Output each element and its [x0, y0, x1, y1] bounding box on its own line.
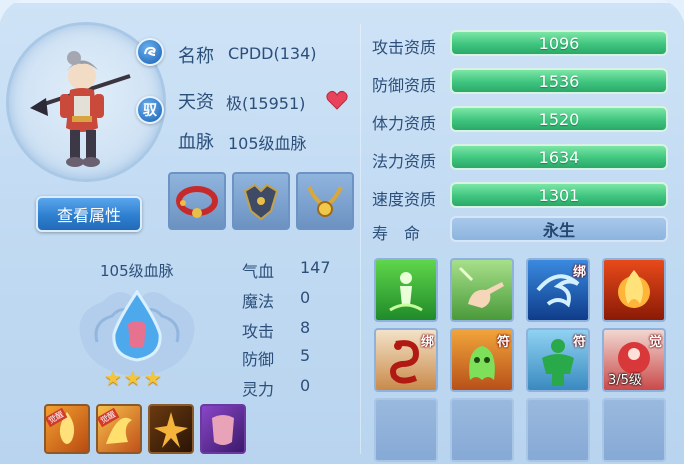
- equip-slot-collar[interactable]: [168, 172, 226, 230]
- talent-value: 极(15951): [226, 94, 306, 113]
- skill-slot-empty[interactable]: [526, 398, 590, 462]
- aptitude-bar-stamina: 1520: [450, 106, 668, 132]
- bloodline-value: 105级血脉: [228, 134, 307, 153]
- talent-label: 天资: [178, 92, 214, 113]
- talisman-badge: 符: [572, 335, 586, 350]
- gold-necklace-icon: [307, 186, 343, 217]
- aptitude-bar-attack: 1096: [450, 30, 668, 56]
- bloodline-skill-2[interactable]: 觉醒: [96, 404, 142, 454]
- aptitude-label-defense: 防御资质: [372, 76, 437, 95]
- skill-slot-empty[interactable]: [450, 398, 514, 462]
- talisman-badge: 符: [496, 335, 510, 350]
- bind-badge: 绑: [572, 265, 586, 280]
- awaken-level: 3/5级: [608, 373, 642, 388]
- burst-icon: [154, 412, 188, 448]
- name-value: CPDD(134): [228, 44, 317, 63]
- bloodline-skill-1[interactable]: 觉醒: [44, 404, 90, 454]
- equip-slot-necklace[interactable]: [296, 172, 354, 230]
- stat-label-hp: 气血: [242, 262, 275, 281]
- aptitude-bar-speed: 1301: [450, 182, 668, 208]
- stat-label-spirit: 灵力: [242, 380, 275, 399]
- skill-slot-1[interactable]: [374, 258, 438, 322]
- stat-value-defense: 5: [300, 346, 311, 365]
- skill-slot-2[interactable]: [450, 258, 514, 322]
- skill-slot-8[interactable]: 觉 3/5级: [602, 328, 666, 392]
- skill-slot-4[interactable]: [602, 258, 666, 322]
- lifespan-bar: 永生: [450, 216, 668, 242]
- panel-divider: [360, 24, 361, 454]
- view-attributes-button[interactable]: 查看属性: [36, 196, 142, 232]
- aptitude-label-attack: 攻击资质: [372, 38, 437, 57]
- stat-value-hp: 147: [300, 258, 331, 277]
- pet-character-image: [30, 51, 131, 167]
- name-label: 名称: [178, 46, 214, 67]
- aptitude-label-mana: 法力资质: [372, 152, 437, 171]
- pointing-hand-icon: [458, 266, 504, 308]
- bloodline-skill-3[interactable]: [148, 404, 194, 454]
- dragon-badge-icon: [144, 46, 156, 56]
- armor-icon: [243, 183, 279, 221]
- skill-slot-3[interactable]: 绑: [526, 258, 590, 322]
- skill-slot-7[interactable]: 符: [526, 328, 590, 392]
- ride-button[interactable]: 驭: [136, 96, 164, 124]
- stat-label-attack: 攻击: [242, 322, 275, 341]
- dragon-badge-button[interactable]: [136, 38, 164, 66]
- bloodline-label: 血脉: [178, 132, 214, 153]
- awaken-badge: 觉: [648, 335, 662, 350]
- aptitude-bar-defense: 1536: [450, 68, 668, 94]
- skill-slot-6[interactable]: 符: [450, 328, 514, 392]
- stat-value-mp: 0: [300, 288, 311, 307]
- equip-slot-armor[interactable]: [232, 172, 290, 230]
- stat-value-spirit: 0: [300, 376, 311, 395]
- ride-glyph: 驭: [143, 103, 157, 119]
- red-collar-icon: [176, 186, 218, 218]
- skill-slot-empty[interactable]: [602, 398, 666, 462]
- bind-badge: 绑: [420, 335, 434, 350]
- stat-label-mp: 魔法: [242, 292, 275, 311]
- skill-slot-empty[interactable]: [374, 398, 438, 462]
- corner-ornament-right-icon: [662, 0, 684, 22]
- bloodline-stars: ★★★: [104, 366, 164, 390]
- stat-value-attack: 8: [300, 318, 311, 337]
- flame-orb-icon: [618, 270, 650, 308]
- aptitude-label-stamina: 体力资质: [372, 114, 437, 133]
- aptitude-bar-mana: 1634: [450, 144, 668, 170]
- aptitude-label-speed: 速度资质: [372, 190, 437, 209]
- chest-icon: [212, 415, 234, 445]
- lifespan-label: 寿 命: [372, 224, 421, 243]
- skill-slot-5[interactable]: 绑: [374, 328, 438, 392]
- green-figure-icon: [389, 272, 423, 312]
- corner-ornament-left-icon: [0, 0, 22, 22]
- heart-icon[interactable]: [326, 90, 348, 110]
- bloodline-skill-4[interactable]: [200, 404, 246, 454]
- bloodline-orb-icon[interactable]: [108, 290, 166, 362]
- stat-label-defense: 防御: [242, 350, 275, 369]
